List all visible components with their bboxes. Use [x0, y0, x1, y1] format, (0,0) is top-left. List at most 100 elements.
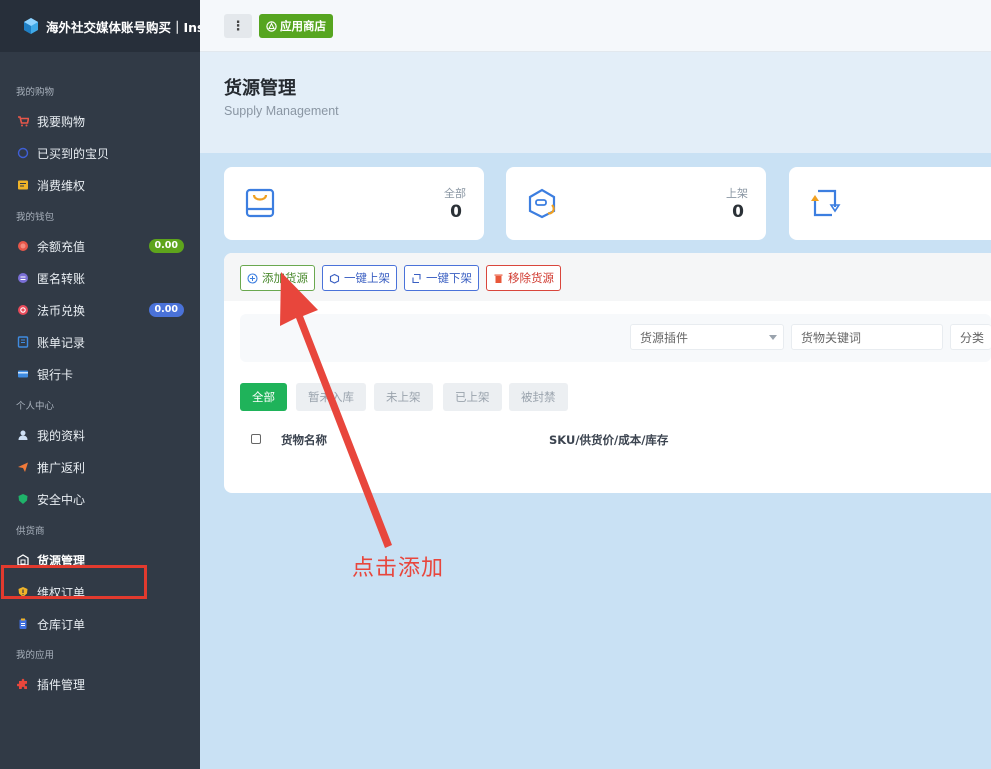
page-subtitle: Supply Management: [224, 104, 339, 118]
stat-card-listed[interactable]: 上架 0: [506, 167, 766, 240]
highlight-frame: [1, 565, 147, 599]
select-all-checkbox[interactable]: [251, 434, 261, 444]
box-up-icon: [528, 188, 556, 219]
circle-icon: [17, 147, 29, 159]
sidebar-item-warehouse-orders[interactable]: 仓库订单: [0, 608, 200, 640]
app-title: 海外社交媒体账号购买｜Ins: [46, 19, 200, 35]
bag-icon: [245, 188, 275, 218]
stat-value: 0: [732, 202, 744, 222]
stat-label: 上架: [726, 187, 748, 200]
sidebar-item-label: 匿名转账: [37, 271, 86, 286]
add-supply-button[interactable]: 添加货源: [240, 265, 315, 291]
balance-badge: 0.00: [148, 239, 184, 253]
sidebar-item-label: 余额充值: [37, 239, 86, 254]
toolbar: 添加货源 一键上架 一键下架 移除货源: [224, 253, 991, 301]
brand-bar[interactable]: 海外社交媒体账号购买｜Ins: [0, 0, 200, 52]
bill-icon: [17, 336, 29, 348]
shield-icon: [17, 493, 29, 505]
tab-listed[interactable]: 已上架: [443, 383, 502, 411]
sidebar-item-label: 我要购物: [37, 114, 86, 129]
card-icon: [17, 368, 29, 380]
stat-label: 全部: [444, 187, 466, 200]
sidebar-item-label: 已买到的宝贝: [37, 146, 110, 161]
plugin-select[interactable]: 货源插件: [630, 324, 784, 350]
add-circle-icon: [247, 272, 258, 284]
tab-banned[interactable]: 被封禁: [509, 383, 568, 411]
section-title-apps: 我的应用: [16, 650, 55, 661]
remove-supply-button[interactable]: 移除货源: [486, 265, 561, 291]
sidebar-item-label: 插件管理: [37, 677, 86, 692]
sidebar: 海外社交媒体账号购买｜Ins 我的购物 我要购物 已买到的宝贝 消费维权 我的钱…: [0, 0, 200, 769]
cart-icon: [17, 115, 29, 127]
column-header-sku: SKU/供货价/成本/库存: [549, 433, 669, 447]
tab-unlisted[interactable]: 未上架: [374, 383, 433, 411]
sidebar-item-recharge[interactable]: 余额充值 0.00: [0, 230, 200, 262]
sidebar-item-label: 法币兑换: [37, 303, 86, 318]
exchange-icon: [17, 304, 29, 316]
sidebar-item-bills[interactable]: 账单记录: [0, 326, 200, 358]
sidebar-item-plugins[interactable]: 插件管理: [0, 668, 200, 700]
user-icon: [17, 429, 29, 441]
transfer-icon: [17, 272, 29, 284]
sidebar-item-exchange[interactable]: 法币兑换 0.00: [0, 294, 200, 326]
list-all-label: 一键上架: [344, 271, 390, 285]
section-title-shopping: 我的购物: [16, 87, 55, 98]
sidebar-item-label: 仓库订单: [37, 617, 86, 632]
annotation-callout: 点击添加: [352, 556, 445, 581]
sidebar-item-label: 账单记录: [37, 335, 86, 350]
stat-value: 0: [450, 202, 462, 222]
cycle-icon: [811, 189, 841, 217]
cycle-small-icon: [412, 273, 421, 283]
sidebar-item-transfer[interactable]: 匿名转账: [0, 262, 200, 294]
filter-bar: 货源插件 货物关键词 分类: [240, 314, 991, 362]
tab-all[interactable]: 全部: [240, 383, 287, 411]
list-all-button[interactable]: 一键上架: [322, 265, 397, 291]
app-store-label: 应用商店: [280, 19, 326, 33]
keyword-input[interactable]: 货物关键词: [791, 324, 943, 350]
sidebar-item-bankcard[interactable]: 银行卡: [0, 358, 200, 390]
store-icon: [266, 20, 277, 32]
puzzle-icon: [17, 678, 29, 690]
stat-card-all[interactable]: 全部 0: [224, 167, 484, 240]
sidebar-item-rights[interactable]: 消费维权: [0, 169, 200, 201]
supply-panel: 添加货源 一键上架 一键下架 移除货源 货源插件 货物关键词 分类 全部 暂未入…: [224, 253, 991, 493]
sidebar-item-label: 推广返利: [37, 460, 86, 475]
sidebar-item-label: 银行卡: [37, 367, 74, 382]
delist-all-button[interactable]: 一键下架: [404, 265, 479, 291]
section-title-supplier: 供货商: [16, 526, 45, 537]
sidebar-item-security[interactable]: 安全中心: [0, 483, 200, 515]
add-supply-label: 添加货源: [262, 271, 308, 285]
top-bar: ⋮ 应用商店: [200, 0, 991, 52]
column-header-name: 货物名称: [281, 433, 327, 447]
warehouse-icon: [17, 618, 29, 630]
box-icon: [329, 273, 340, 284]
sidebar-item-profile[interactable]: 我的资料: [0, 419, 200, 451]
sidebar-item-label: 安全中心: [37, 492, 86, 507]
sidebar-item-referral[interactable]: 推广返利: [0, 451, 200, 483]
category-label: 分类: [960, 330, 985, 345]
sidebar-item-label: 消费维权: [37, 178, 86, 193]
note-icon: [17, 179, 29, 191]
plugin-select-value: 货源插件: [640, 330, 689, 345]
page-title: 货源管理: [224, 78, 296, 99]
page-header: 货源管理 Supply Management: [200, 52, 991, 153]
cube-logo-icon: [22, 17, 40, 35]
sidebar-item-label: 我的资料: [37, 428, 86, 443]
section-title-wallet: 我的钱包: [16, 212, 55, 223]
remove-supply-label: 移除货源: [508, 271, 554, 285]
section-title-personal: 个人中心: [16, 401, 55, 412]
send-icon: [17, 461, 29, 473]
stat-card-delisted[interactable]: [789, 167, 991, 240]
exchange-badge: 0.00: [148, 303, 184, 317]
app-store-button[interactable]: 应用商店: [259, 14, 333, 38]
category-select[interactable]: 分类: [950, 324, 991, 350]
sidebar-item-shop[interactable]: 我要购物: [0, 105, 200, 137]
keyword-placeholder: 货物关键词: [801, 330, 862, 345]
chevron-down-icon: [769, 335, 777, 340]
trash-icon: [494, 274, 503, 283]
sidebar-item-purchased[interactable]: 已买到的宝贝: [0, 137, 200, 169]
tab-not-stored[interactable]: 暂未入库: [296, 383, 366, 411]
delist-all-label: 一键下架: [426, 271, 472, 285]
coin-icon: [17, 240, 29, 252]
more-menu-button[interactable]: ⋮: [224, 14, 252, 38]
